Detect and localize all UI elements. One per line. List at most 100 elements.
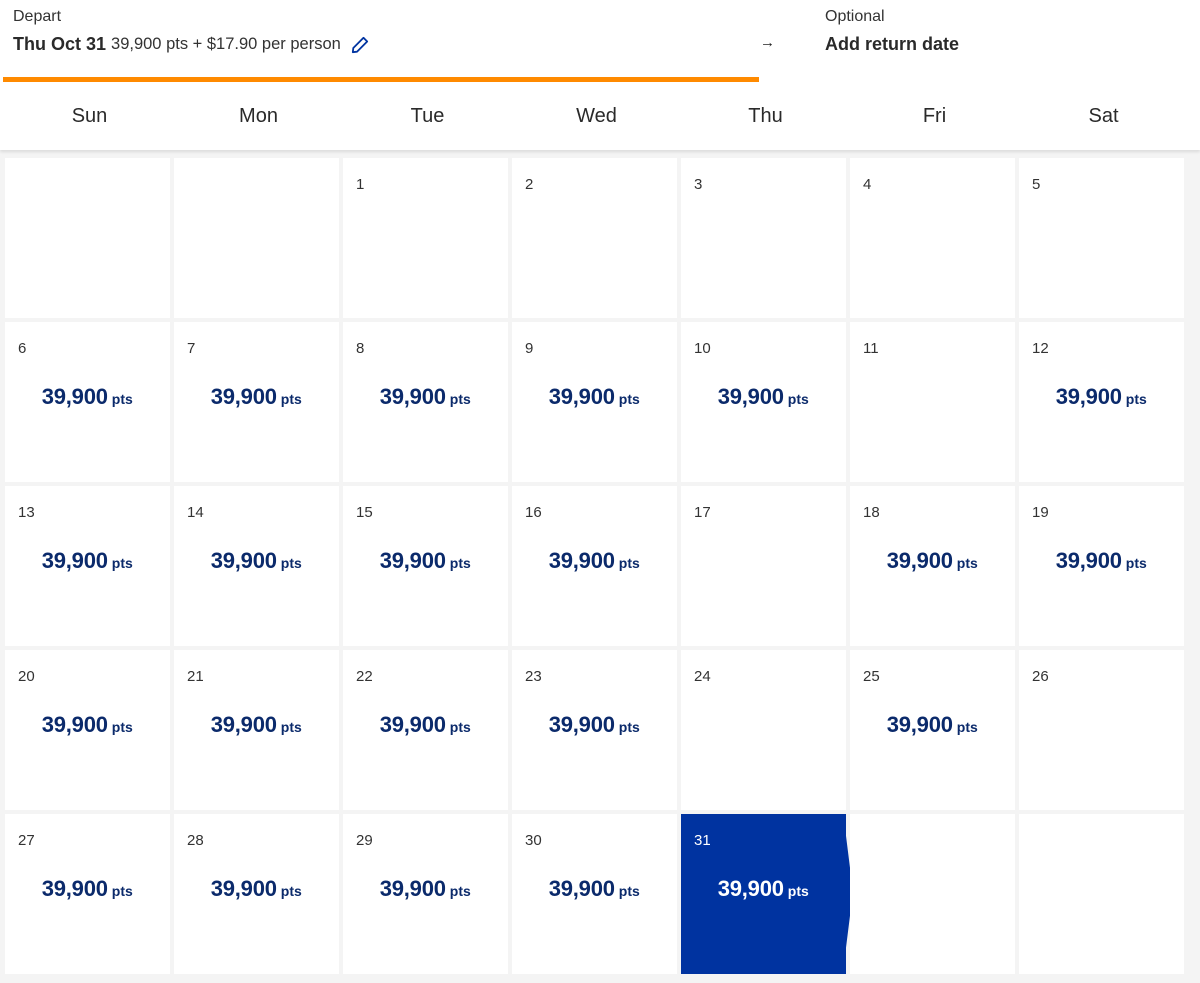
day-price: 39,900 pts — [512, 876, 677, 902]
price-unit: pts — [787, 391, 809, 407]
calendar-day[interactable]: 30 39,900 pts — [512, 814, 677, 974]
price-amount: 39,900 — [41, 548, 108, 573]
calendar-day[interactable]: 26 — [1019, 650, 1184, 810]
pencil-icon[interactable] — [351, 36, 369, 54]
day-price: 39,900 pts — [5, 712, 170, 738]
price-amount: 39,900 — [1055, 548, 1122, 573]
calendar-day[interactable]: 4 — [850, 158, 1015, 318]
calendar-day[interactable]: 18 39,900 pts — [850, 486, 1015, 646]
calendar-day[interactable]: 11 — [850, 322, 1015, 482]
return-section[interactable]: Optional Add return date — [825, 8, 959, 55]
calendar-day[interactable]: 2 — [512, 158, 677, 318]
calendar-day[interactable]: 7 39,900 pts — [174, 322, 339, 482]
day-price: 39,900 pts — [512, 384, 677, 410]
price-unit: pts — [618, 719, 640, 735]
price-amount: 39,900 — [379, 876, 446, 901]
calendar-day[interactable]: 14 39,900 pts — [174, 486, 339, 646]
calendar-day[interactable]: 29 39,900 pts — [343, 814, 508, 974]
price-amount: 39,900 — [41, 876, 108, 901]
calendar-day[interactable]: 3 — [681, 158, 846, 318]
calendar-day[interactable]: 19 39,900 pts — [1019, 486, 1184, 646]
calendar-day[interactable]: 21 39,900 pts — [174, 650, 339, 810]
price-unit: pts — [449, 391, 471, 407]
price-amount: 39,900 — [886, 712, 953, 737]
day-price: 39,900 pts — [1019, 384, 1184, 410]
calendar-day[interactable]: 25 39,900 pts — [850, 650, 1015, 810]
depart-fare: 39,900 pts + $17.90 per person — [111, 35, 341, 53]
day-price: 39,900 pts — [5, 384, 170, 410]
calendar-day[interactable]: 28 39,900 pts — [174, 814, 339, 974]
day-price: 39,900 pts — [681, 384, 846, 410]
weekday-thu: Thu — [748, 105, 783, 127]
calendar-day[interactable]: 5 — [1019, 158, 1184, 318]
calendar-day-selected[interactable]: 31 39,900 pts — [681, 814, 853, 974]
price-unit: pts — [111, 555, 133, 571]
day-number: 24 — [694, 668, 711, 685]
calendar-day[interactable]: 16 39,900 pts — [512, 486, 677, 646]
calendar-day[interactable]: 6 39,900 pts — [5, 322, 170, 482]
price-unit: pts — [1125, 391, 1147, 407]
depart-section[interactable]: Depart Thu Oct 31 39,900 pts + $17.90 pe… — [13, 8, 369, 55]
day-number: 14 — [187, 504, 204, 521]
calendar-day[interactable]: 13 39,900 pts — [5, 486, 170, 646]
price-unit: pts — [449, 719, 471, 735]
price-amount: 39,900 — [379, 712, 446, 737]
price-unit: pts — [787, 883, 809, 899]
calendar-day[interactable]: 24 — [681, 650, 846, 810]
price-unit: pts — [1125, 555, 1147, 571]
day-price: 39,900 pts — [850, 712, 1015, 738]
price-unit: pts — [111, 391, 133, 407]
price-unit: pts — [956, 719, 978, 735]
day-number: 11 — [863, 340, 879, 357]
price-unit: pts — [618, 555, 640, 571]
day-number: 20 — [18, 668, 35, 685]
day-price: 39,900 pts — [343, 384, 508, 410]
day-number: 27 — [18, 832, 35, 849]
day-price: 39,900 pts — [1019, 548, 1184, 574]
price-unit: pts — [280, 883, 302, 899]
price-unit: pts — [449, 555, 471, 571]
date-selection-progress — [3, 77, 759, 82]
calendar-day[interactable]: 12 39,900 pts — [1019, 322, 1184, 482]
day-number: 28 — [187, 832, 204, 849]
price-amount: 39,900 — [379, 384, 446, 409]
price-amount: 39,900 — [379, 548, 446, 573]
weekday-mon: Mon — [239, 105, 278, 127]
calendar-day[interactable]: 10 39,900 pts — [681, 322, 846, 482]
day-number: 12 — [1032, 340, 1049, 357]
calendar-day[interactable]: 9 39,900 pts — [512, 322, 677, 482]
calendar-day[interactable]: 8 39,900 pts — [343, 322, 508, 482]
calendar-day[interactable]: 23 39,900 pts — [512, 650, 677, 810]
calendar-empty-cell — [850, 814, 1015, 974]
price-amount: 39,900 — [548, 876, 615, 901]
trip-date-header: Depart Thu Oct 31 39,900 pts + $17.90 pe… — [0, 0, 1200, 150]
day-number: 23 — [525, 668, 542, 685]
day-number: 19 — [1032, 504, 1049, 521]
calendar-grid: 1 2 3 4 5 6 39,900 pts 7 39,900 pts 8 39,900 pts 9 39,9… — [5, 158, 1184, 974]
day-price: 39,900 pts — [343, 876, 508, 902]
add-return-date-button[interactable]: Add return date — [825, 34, 959, 55]
day-number: 9 — [525, 340, 534, 357]
day-number: 7 — [187, 340, 196, 357]
day-number: 31 — [694, 832, 711, 849]
progress-fill — [3, 77, 759, 82]
day-price: 39,900 pts — [174, 712, 339, 738]
calendar-day[interactable]: 1 — [343, 158, 508, 318]
calendar-day[interactable]: 20 39,900 pts — [5, 650, 170, 810]
day-price: 39,900 pts — [512, 712, 677, 738]
calendar-empty-cell — [174, 158, 339, 318]
calendar-day[interactable]: 15 39,900 pts — [343, 486, 508, 646]
depart-date: Thu Oct 31 — [13, 34, 107, 54]
day-number: 13 — [18, 504, 35, 521]
price-amount: 39,900 — [210, 384, 277, 409]
price-unit: pts — [956, 555, 978, 571]
day-number: 17 — [694, 504, 711, 521]
weekday-wed: Wed — [576, 105, 617, 127]
calendar-day[interactable]: 27 39,900 pts — [5, 814, 170, 974]
price-unit: pts — [280, 391, 302, 407]
price-amount: 39,900 — [548, 548, 615, 573]
price-amount: 39,900 — [548, 384, 615, 409]
calendar-day[interactable]: 22 39,900 pts — [343, 650, 508, 810]
day-price: 39,900 pts — [681, 876, 846, 902]
calendar-day[interactable]: 17 — [681, 486, 846, 646]
